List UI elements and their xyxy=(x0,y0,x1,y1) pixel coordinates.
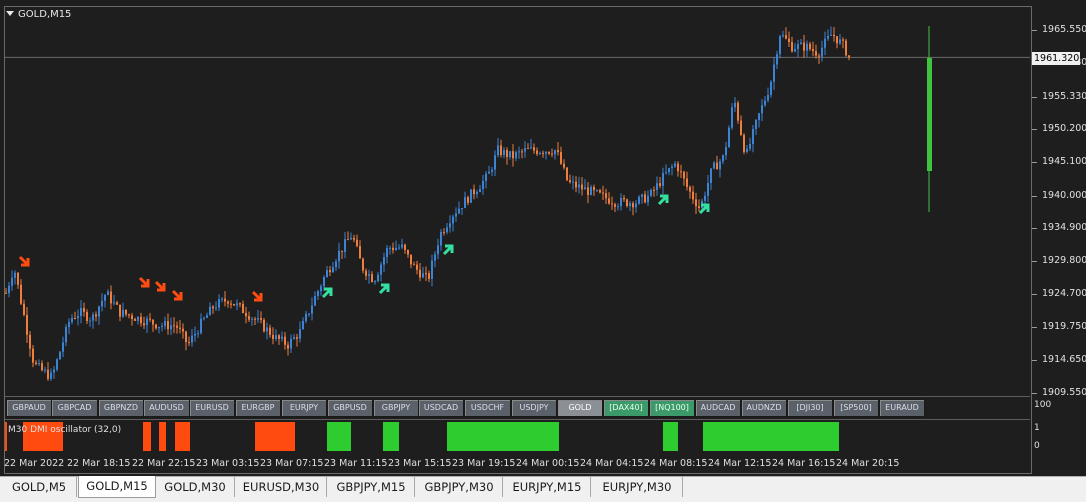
price-level-label: 1940.000 xyxy=(1032,190,1086,201)
tab-gold-m30[interactable]: GOLD,M30 xyxy=(156,477,235,497)
tab-eurusd-m30[interactable]: EURUSD,M30 xyxy=(236,477,327,497)
symbol-button-dax40[interactable]: [DAX40] xyxy=(603,399,649,417)
time-label: 24 Mar 04:15 xyxy=(580,458,644,469)
symbol-button-gbpjpy[interactable]: GBPJPY xyxy=(373,399,419,417)
buy-arrow-icon xyxy=(698,203,710,215)
sell-arrow-icon xyxy=(171,289,183,301)
symbol-button-gold[interactable]: GOLD xyxy=(557,399,603,417)
price-chart[interactable] xyxy=(0,0,1086,501)
price-level-label: 1919.750 xyxy=(1032,321,1086,332)
price-level-label: 1934.900 xyxy=(1032,222,1086,233)
symbol-button-audnzd[interactable]: AUDNZD xyxy=(741,399,787,417)
buy-arrow-icon xyxy=(657,194,669,206)
time-label: 22 Mar 22:15 xyxy=(132,458,196,469)
panel-divider xyxy=(5,419,1030,420)
symbol-button-gbpcad[interactable]: GBPCAD xyxy=(51,399,98,417)
price-level-label: 1955.330 xyxy=(1032,91,1086,102)
buy-arrow-icon xyxy=(378,283,390,295)
symbol-button-usdjpy[interactable]: USDJPY xyxy=(511,399,557,417)
time-label: 24 Mar 00:15 xyxy=(516,458,580,469)
sell-arrow-icon xyxy=(18,255,30,267)
signal-bar xyxy=(927,58,932,171)
price-level-label: 1965.550 xyxy=(1032,24,1086,35)
indicator-scale-top: 100 xyxy=(1034,400,1052,410)
symbol-button-nq100[interactable]: [NQ100] xyxy=(649,399,695,417)
candles-group xyxy=(5,26,850,381)
symbol-button-audusd[interactable]: AUDUSD xyxy=(143,399,190,417)
sell-arrow-icon xyxy=(154,280,166,292)
buy-arrow-icon xyxy=(442,244,454,256)
indicator-bars xyxy=(5,422,839,451)
current-price-label: 1961.320 xyxy=(1032,52,1080,65)
panel-divider xyxy=(5,396,1030,397)
sell-arrow-icon xyxy=(251,290,263,302)
buy-arrow-icon xyxy=(321,287,333,299)
time-label: 23 Mar 07:15 xyxy=(260,458,324,469)
symbol-button-eurjpy[interactable]: EURJPY xyxy=(281,399,327,417)
price-level-label: 1945.100 xyxy=(1032,156,1086,167)
tab-eurjpy-m15[interactable]: EURJPY,M15 xyxy=(504,477,591,497)
indicator-label: M30 DMI oscillator (32,0) xyxy=(8,425,122,435)
sell-arrow-icon xyxy=(138,276,150,288)
time-label: 23 Mar 11:15 xyxy=(324,458,388,469)
symbol-button-gbpusd[interactable]: GBPUSD xyxy=(327,399,373,417)
chart-symbol-label: GOLD,M15 xyxy=(18,9,72,20)
price-level-label: 1929.800 xyxy=(1032,255,1086,266)
symbol-button-usdcad[interactable]: USDCAD xyxy=(418,399,464,417)
chart-window: GOLD,M15 1965.5501960.6801955.3301950.20… xyxy=(0,0,1086,502)
chart-tabs-bar: GOLD,M5 GOLD,M15 GOLD,M30 EURUSD,M30 GBPJPY,… xyxy=(0,476,1086,502)
symbol-button-dji30[interactable]: [DJI30] xyxy=(787,399,833,417)
tab-eurjpy-m30[interactable]: EURJPY,M30 xyxy=(592,477,683,497)
time-label: 22 Mar 18:15 xyxy=(67,458,131,469)
time-label: 23 Mar 03:15 xyxy=(196,458,260,469)
price-level-label: 1950.200 xyxy=(1032,123,1086,134)
symbol-button-usdchf[interactable]: USDCHF xyxy=(464,399,511,417)
indicator-tick-0: 0 xyxy=(1034,441,1040,451)
symbol-button-eurusd[interactable]: EURUSD xyxy=(189,399,235,417)
price-level-label: 1909.550 xyxy=(1032,387,1086,398)
symbol-button-euraud[interactable]: EURAUD xyxy=(879,399,925,417)
time-label: 24 Mar 08:15 xyxy=(644,458,708,469)
time-label: 24 Mar 20:15 xyxy=(836,458,900,469)
symbol-button-audcad[interactable]: AUDCAD xyxy=(695,399,741,417)
tab-gold-m15[interactable]: GOLD,M15 xyxy=(78,476,156,498)
time-label: 23 Mar 15:15 xyxy=(388,458,452,469)
time-label: 24 Mar 12:15 xyxy=(708,458,772,469)
symbol-button-sp500[interactable]: [SP500] xyxy=(833,399,879,417)
tab-gold-m5[interactable]: GOLD,M5 xyxy=(2,477,77,497)
dropdown-triangle-icon[interactable] xyxy=(6,11,14,16)
chart-title: GOLD,M15 xyxy=(6,9,71,20)
time-label: 22 Mar 2022 xyxy=(4,458,65,469)
price-level-label: 1924.700 xyxy=(1032,288,1086,299)
symbol-button-eurgbp[interactable]: EURGBP xyxy=(235,399,281,417)
indicator-tick-1: 1 xyxy=(1034,423,1040,433)
symbol-button-gbpnzd[interactable]: GBPNZD xyxy=(98,399,144,417)
time-label: 24 Mar 16:15 xyxy=(772,458,836,469)
price-level-label: 1914.650 xyxy=(1032,354,1086,365)
tab-gbpjpy-m30[interactable]: GBPJPY,M30 xyxy=(416,477,503,497)
symbol-button-gbpaud[interactable]: GBPAUD xyxy=(6,399,52,417)
tab-gbpjpy-m15[interactable]: GBPJPY,M15 xyxy=(328,477,415,497)
time-label: 23 Mar 19:15 xyxy=(452,458,516,469)
